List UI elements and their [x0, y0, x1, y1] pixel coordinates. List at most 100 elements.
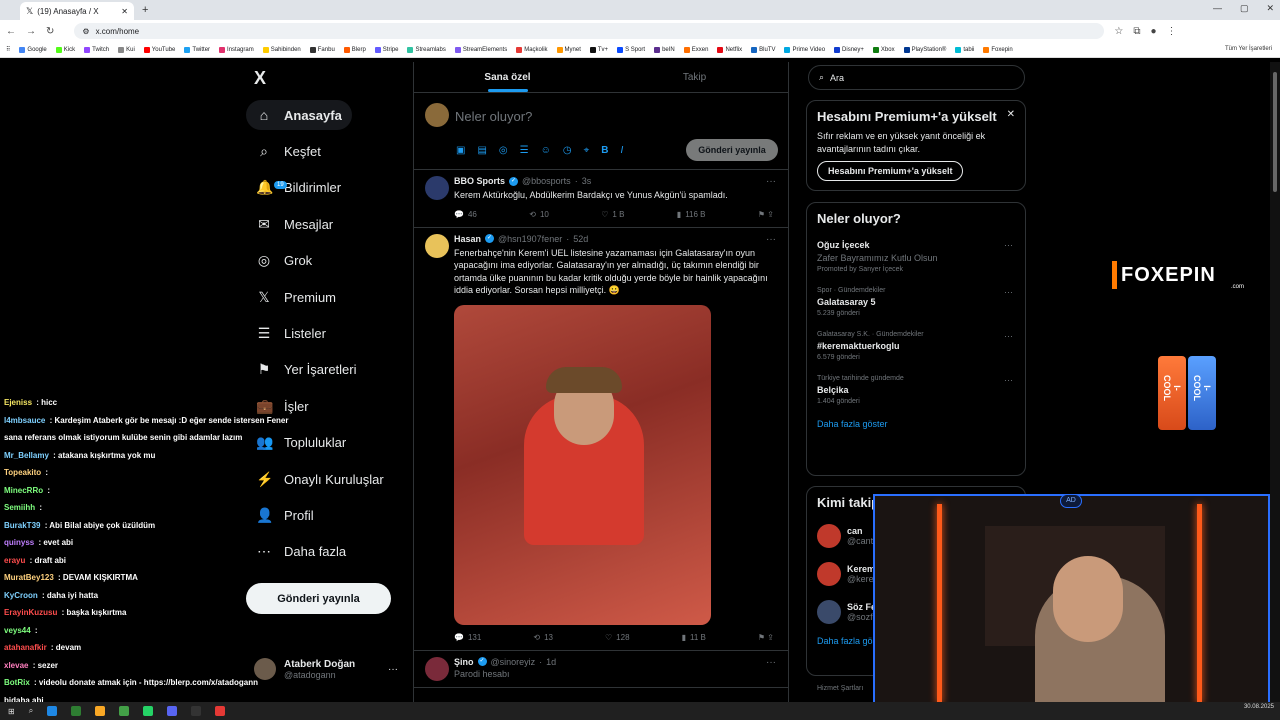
all-bookmarks[interactable]: Tüm Yer İşaretleri — [1225, 46, 1272, 52]
forward-icon[interactable]: → — [26, 26, 36, 37]
trend-item[interactable]: Oğuz İçecek Zafer Bayramımız Kutlu Olsun… — [817, 240, 1015, 273]
tab-following[interactable]: Takip — [601, 62, 788, 92]
bookmark-item[interactable]: S Sport — [617, 46, 645, 53]
minimize-icon[interactable]: — — [1213, 3, 1222, 14]
bookmark-item[interactable]: StreamElements — [454, 46, 507, 53]
nav-item-0[interactable]: ⌂ Anasayfa — [246, 100, 352, 130]
tweet-handle[interactable]: @sinoreyiz — [491, 657, 536, 667]
tweet-author[interactable]: Şino — [454, 657, 474, 667]
schedule-icon[interactable]: ◷ — [563, 145, 572, 156]
tweet-author[interactable]: BBO Sports — [454, 176, 505, 186]
tweet-handle[interactable]: @hsn1907fener — [498, 234, 562, 244]
bookmark-item[interactable]: YouTube — [143, 46, 175, 53]
url-field[interactable]: ⚙ x.com/home — [74, 23, 1105, 39]
like-button[interactable]: ♡ 128 — [605, 633, 630, 642]
reload-icon[interactable]: ↻ — [46, 26, 54, 37]
scrollbar-thumb[interactable] — [1273, 72, 1277, 192]
nav-item-2[interactable]: 🔔 19 Bildirimler — [246, 173, 351, 203]
app-icon[interactable] — [47, 706, 58, 716]
tab-for-you[interactable]: Sana özel — [414, 62, 601, 92]
close-window-icon[interactable]: ✕ — [1266, 3, 1274, 14]
site-info-icon[interactable]: ⚙ — [82, 27, 89, 36]
more-icon[interactable]: ··· — [766, 657, 776, 668]
bookmark-item[interactable]: Kui — [118, 46, 135, 53]
maximize-icon[interactable]: ▢ — [1240, 3, 1249, 14]
profile-avatar-icon[interactable]: ● — [1151, 26, 1157, 37]
like-button[interactable]: ♡ 1 B — [601, 210, 624, 219]
grok-icon[interactable]: ◎ — [499, 145, 508, 156]
obs-icon[interactable] — [191, 706, 202, 716]
bookmark-item[interactable]: Twitter — [184, 46, 210, 53]
bookmark-star-icon[interactable]: ☆ — [1114, 26, 1123, 37]
browser-tab[interactable]: 𝕏 (19) Anasayfa / X ✕ — [20, 2, 134, 20]
bookmark-item[interactable]: Disney+ — [834, 46, 864, 53]
tweet-time[interactable]: 1d — [546, 657, 556, 667]
repost-button[interactable]: ⟲ 13 — [533, 633, 553, 642]
bookmark-item[interactable]: Mynet — [556, 46, 581, 53]
back-icon[interactable]: ← — [6, 26, 16, 37]
search-input[interactable]: ⌕ Ara — [808, 65, 1025, 90]
premium-button[interactable]: Hesabını Premium+'a yükselt — [817, 161, 964, 181]
avatar[interactable] — [425, 233, 449, 258]
bookmark-item[interactable]: Streamlabs — [407, 46, 446, 53]
bookmark-item[interactable]: Foxepin — [983, 46, 1013, 53]
nav-item-4[interactable]: ◎ Grok — [246, 246, 322, 276]
new-tab-button[interactable]: + — [142, 4, 148, 16]
nav-item-5[interactable]: 𝕏 Premium — [246, 282, 346, 312]
close-icon[interactable]: ✕ — [1007, 109, 1015, 120]
bookmark-item[interactable]: Sahibinden — [262, 46, 301, 53]
bookmark-item[interactable]: Twitch — [84, 46, 109, 53]
compose-input[interactable]: Neler oluyor? — [455, 109, 532, 124]
chrome-icon[interactable] — [119, 706, 130, 716]
bookmark-item[interactable]: PlayStation® — [903, 46, 946, 53]
views-button[interactable]: ▮ 116 B — [677, 210, 706, 219]
show-more-link[interactable]: Daha fazla göster — [817, 419, 1015, 429]
app-icon[interactable] — [71, 706, 82, 716]
reply-button[interactable]: 💬 131 — [454, 633, 481, 642]
nav-item-3[interactable]: ✉ Mesajlar — [246, 209, 343, 239]
trend-item[interactable]: Spor · Gündemdekiler Galatasaray 5 5.239… — [817, 287, 1015, 317]
taskbar-clock[interactable]: 30.08.2025 — [1244, 704, 1274, 710]
more-icon[interactable]: ··· — [1004, 287, 1013, 297]
bookmark-item[interactable]: Netflix — [717, 46, 742, 53]
bookmark-item[interactable]: beIN — [654, 46, 675, 53]
close-tab-icon[interactable]: ✕ — [121, 7, 128, 16]
app-icon[interactable] — [215, 706, 226, 716]
page-scrollbar[interactable] — [1270, 62, 1280, 702]
compose-post-button[interactable]: Gönderi yayınla — [686, 139, 778, 161]
gif-icon[interactable]: ▤ — [477, 145, 486, 156]
x-logo[interactable]: X — [254, 68, 266, 89]
bookmark-item[interactable]: BluTV — [751, 46, 775, 53]
bookmark-item[interactable]: Kick — [55, 46, 75, 53]
location-icon[interactable]: ⌖ — [584, 145, 590, 156]
bookmark-item[interactable]: Google — [19, 46, 47, 53]
repost-button[interactable]: ⟲ 10 — [529, 210, 549, 219]
folder-icon[interactable] — [95, 706, 106, 716]
tweet-time[interactable]: 52d — [573, 234, 588, 244]
nav-item-1[interactable]: ⌕ Keşfet — [246, 136, 331, 166]
bookmark-item[interactable]: Prime Video — [784, 46, 825, 53]
tweet[interactable]: Hasan ✓ @hsn1907fener · 52d ··· Fenerbah… — [414, 228, 788, 651]
bookmark-item[interactable]: Blerp — [343, 46, 366, 53]
more-icon[interactable]: ··· — [1004, 375, 1013, 385]
trend-item[interactable]: Türkiye tarihinde gündemde Belçika 1.404… — [817, 375, 1015, 405]
apps-icon[interactable]: ⠿ — [6, 46, 10, 53]
bookmark-button[interactable]: ⚑ ⇪ — [758, 633, 774, 642]
more-icon[interactable]: ··· — [766, 234, 776, 245]
bookmark-item[interactable]: Exxen — [683, 46, 708, 53]
menu-icon[interactable]: ⋮ — [1167, 26, 1177, 37]
bookmark-item[interactable]: Instagram — [219, 46, 254, 53]
emoji-icon[interactable]: ☺ — [541, 145, 551, 156]
more-icon[interactable]: ··· — [1004, 331, 1013, 341]
tweet-image[interactable] — [454, 304, 711, 625]
reply-button[interactable]: 💬 46 — [454, 210, 477, 219]
bookmark-item[interactable]: Tv+ — [589, 46, 608, 53]
avatar[interactable] — [425, 176, 449, 200]
taskbar-search-icon[interactable]: ⌕ — [29, 706, 33, 716]
footer-terms[interactable]: Hizmet Şartları — [817, 685, 863, 692]
bookmark-item[interactable]: Maçkolik — [516, 46, 548, 53]
tweet[interactable]: BBO Sports ✓ @bbosports · 3s ··· Kerem A… — [414, 170, 788, 228]
image-icon[interactable]: ▣ — [456, 145, 465, 156]
tweet-time[interactable]: 3s — [582, 176, 592, 186]
whatsapp-icon[interactable] — [143, 706, 154, 716]
